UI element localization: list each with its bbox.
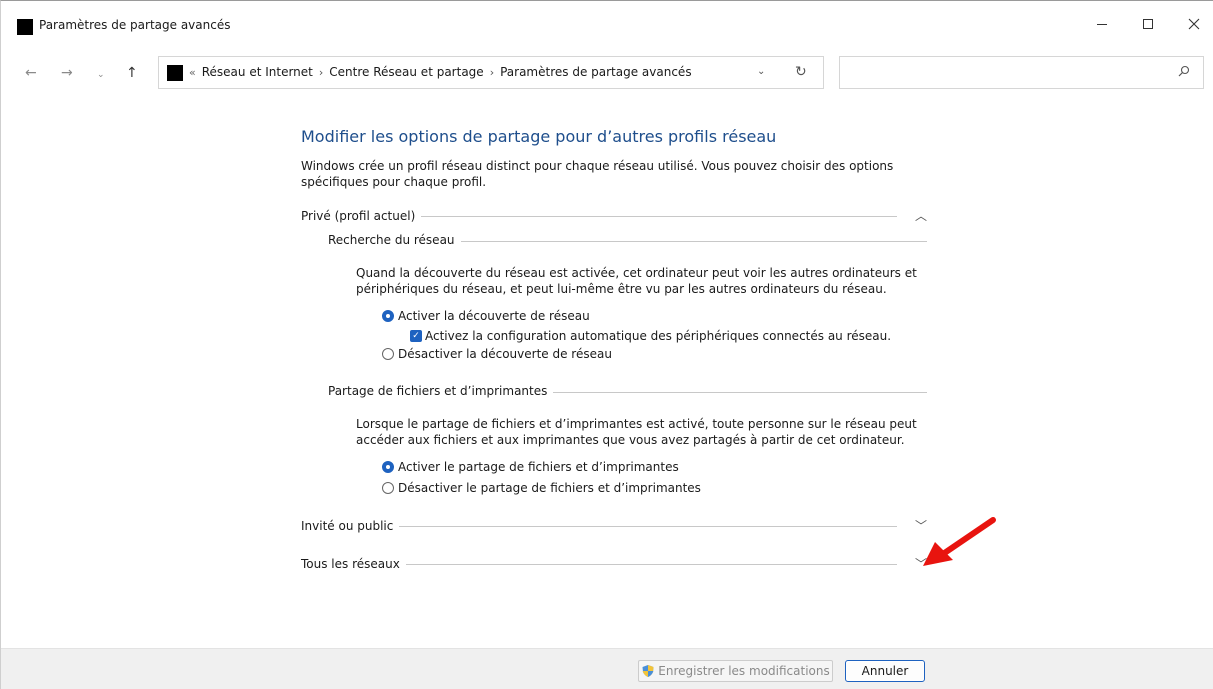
close-icon	[1188, 18, 1200, 30]
search-input[interactable]	[846, 63, 1166, 83]
section-label-invite: Invité ou public	[301, 518, 394, 533]
divider	[553, 391, 927, 393]
breadcrumb-item-centre-reseau[interactable]: Centre Réseau et partage	[329, 65, 483, 79]
save-button-label: Enregistrer les modifications	[658, 664, 830, 678]
breadcrumb-item-parametres-partage[interactable]: Paramètres de partage avancés	[500, 65, 691, 79]
radio-desactiver-partage[interactable]: Désactiver le partage de fichiers et d’i…	[382, 481, 701, 495]
navigation-bar: ← → ⌄ ↑ « Réseau et Internet › Centre Résea…	[1, 54, 1213, 92]
radio-selected-icon[interactable]	[382, 461, 394, 473]
title-bar: Paramètres de partage avancés	[1, 1, 1213, 41]
divider	[405, 564, 897, 565]
close-button[interactable]	[1171, 9, 1213, 39]
radio-activer-partage[interactable]: Activer le partage de fichiers et d’impr…	[382, 460, 679, 474]
arrow-left-icon: ←	[25, 65, 37, 81]
radio-label: Désactiver le partage de fichiers et d’i…	[398, 481, 701, 495]
radio-label: Activer le partage de fichiers et d’impr…	[398, 460, 679, 474]
overflow-chevron-icon[interactable]: «	[189, 66, 196, 79]
chevron-down-icon: ⌄	[97, 70, 105, 80]
chevron-up-icon[interactable]: ︿	[897, 207, 927, 224]
intro-text: Windows crée un profil réseau distinct p…	[301, 159, 894, 189]
forward-button[interactable]: →	[61, 64, 73, 82]
recherche-description: Quand la découverte du réseau est activé…	[356, 266, 917, 296]
search-box[interactable]	[839, 56, 1204, 89]
maximize-button[interactable]	[1125, 9, 1171, 39]
footer-bar: Enregistrer les modifications Annuler	[1, 648, 1213, 689]
divider	[421, 216, 897, 217]
address-dropdown-icon[interactable]: ⌄	[757, 66, 765, 77]
minimize-icon	[1097, 23, 1107, 25]
cancel-button-label: Annuler	[861, 664, 909, 678]
arrow-up-icon: ↑	[126, 65, 138, 81]
app-icon	[17, 19, 33, 35]
divider	[460, 240, 927, 242]
subsection-header-recherche: Recherche du réseau	[328, 233, 927, 247]
radio-unselected-icon[interactable]	[382, 348, 394, 360]
checkbox-label: Activez la configuration automatique des…	[425, 329, 892, 343]
radio-activer-decouverte[interactable]: Activer la découverte de réseau	[382, 309, 590, 323]
breadcrumb: « Réseau et Internet › Centre Réseau et par…	[189, 65, 692, 79]
save-button[interactable]: Enregistrer les modifications	[638, 660, 833, 682]
window-title: Paramètres de partage avancés	[39, 18, 231, 32]
checkbox-checked-icon[interactable]: ✓	[410, 330, 422, 342]
arrow-right-icon: →	[61, 65, 73, 81]
breadcrumb-separator-icon[interactable]: ›	[490, 66, 494, 79]
annotation-arrow-icon	[923, 517, 996, 566]
subsection-label-partage: Partage de fichiers et d’imprimantes	[328, 384, 548, 398]
window: Paramètres de partage avancés ← → ⌄ ↑ « R…	[0, 0, 1213, 689]
partage-description: Lorsque le partage de fichiers et d’impr…	[356, 417, 917, 447]
radio-unselected-icon[interactable]	[382, 482, 394, 494]
radio-label: Désactiver la découverte de réseau	[398, 347, 612, 361]
refresh-icon[interactable]: ↻	[795, 64, 807, 80]
back-button[interactable]: ←	[25, 64, 37, 82]
search-icon[interactable]	[1176, 64, 1192, 80]
section-header-prive[interactable]: Privé (profil actuel) ︿	[301, 207, 927, 224]
radio-desactiver-decouverte[interactable]: Désactiver la découverte de réseau	[382, 347, 612, 361]
breadcrumb-item-reseau-internet[interactable]: Réseau et Internet	[202, 65, 313, 79]
section-label-prive: Privé (profil actuel)	[301, 208, 416, 223]
checkbox-config-auto[interactable]: ✓ Activez la configuration automatique d…	[410, 329, 891, 343]
section-label-tous: Tous les réseaux	[301, 556, 400, 571]
divider	[399, 526, 897, 527]
section-header-invite[interactable]: Invité ou public ﹀	[301, 517, 927, 534]
up-button[interactable]: ↑	[126, 64, 138, 82]
maximize-icon	[1143, 19, 1153, 29]
page-title: Modifier les options de partage pour d’a…	[301, 127, 777, 146]
subsection-label-recherche: Recherche du réseau	[328, 233, 455, 247]
uac-shield-icon	[642, 665, 654, 677]
radio-selected-icon[interactable]	[382, 310, 394, 322]
section-header-tous[interactable]: Tous les réseaux ﹀	[301, 555, 927, 572]
control-panel-icon	[167, 65, 183, 81]
address-bar[interactable]: « Réseau et Internet › Centre Réseau et par…	[158, 56, 824, 89]
minimize-button[interactable]	[1079, 9, 1125, 39]
breadcrumb-separator-icon[interactable]: ›	[319, 66, 323, 79]
subsection-header-partage: Partage de fichiers et d’imprimantes	[328, 384, 927, 398]
cancel-button[interactable]: Annuler	[845, 660, 925, 682]
radio-label: Activer la découverte de réseau	[398, 309, 590, 323]
recent-locations-button[interactable]: ⌄	[97, 66, 105, 84]
